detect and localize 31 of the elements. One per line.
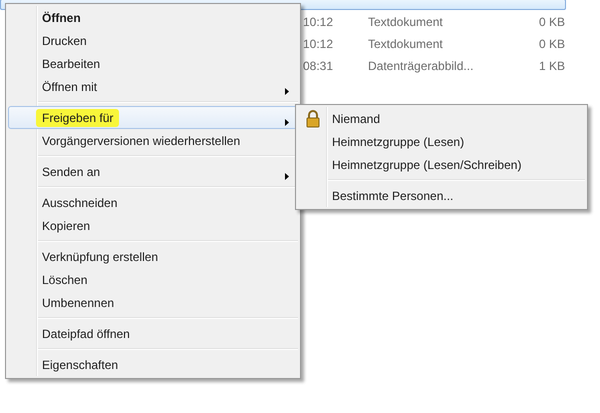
- size-cell-text: 1 KB: [538, 58, 566, 72]
- menu-item[interactable]: Eigenschaften: [8, 353, 298, 376]
- menu-item[interactable]: Freigeben für: [8, 106, 298, 129]
- menu-item[interactable]: Vorgängerversionen wiederherstellen: [8, 129, 298, 152]
- menu-item[interactable]: Dateipfad öffnen: [8, 322, 298, 345]
- menu-item[interactable]: Öffnen mit: [8, 75, 298, 98]
- caret-icon: [285, 173, 289, 180]
- menu-item[interactable]: Öffnen: [8, 6, 298, 29]
- menu-item[interactable]: Umbenennen: [8, 291, 298, 314]
- menu-item[interactable]: Bearbeiten: [8, 52, 298, 75]
- menu-item[interactable]: Ausschneiden: [8, 191, 298, 214]
- caret-icon: [285, 119, 289, 126]
- menu-item[interactable]: Kopieren: [8, 214, 298, 237]
- menu-item[interactable]: Verknüpfung erstellen: [8, 245, 298, 268]
- date-cell: 10:12: [302, 36, 333, 50]
- caret-icon: [285, 88, 289, 95]
- menu-item[interactable]: Bestimmte Personen...: [298, 184, 585, 207]
- menu-item[interactable]: Drucken: [8, 29, 298, 52]
- type-cell-text: Textdokument: [368, 14, 444, 28]
- date-cell: 08:31: [302, 58, 333, 72]
- lock-icon: [305, 110, 321, 128]
- menu-item[interactable]: Heimnetzgruppe (Lesen/Schreiben): [298, 153, 585, 176]
- size-cell-text: 0 KB: [538, 14, 566, 28]
- menu-item[interactable]: Niemand: [298, 107, 585, 130]
- type-cell-text: Textdokument: [368, 36, 444, 50]
- size-cell-text: 0 KB: [538, 36, 566, 50]
- type-cell-text: Datenträgerabbild...: [368, 58, 474, 72]
- date-cell: 10:12: [302, 14, 333, 28]
- menu-item[interactable]: Löschen: [8, 268, 298, 291]
- menu-item[interactable]: Heimnetzgruppe (Lesen): [298, 130, 585, 153]
- menu-item[interactable]: Senden an: [8, 160, 298, 183]
